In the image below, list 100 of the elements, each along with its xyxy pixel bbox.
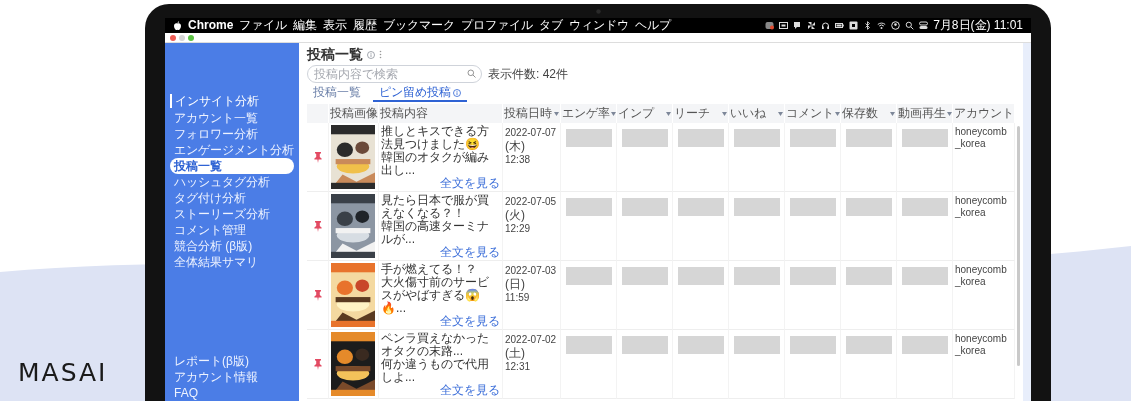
sort-caret-icon[interactable] [666, 111, 671, 116]
menu-item[interactable]: 表示 [323, 18, 348, 33]
info-icon[interactable] [367, 50, 375, 59]
read-more-link[interactable]: 全文を見る [440, 246, 500, 259]
column-header[interactable]: いいね [729, 104, 785, 123]
menu-item[interactable]: 履歴 [353, 18, 378, 33]
column-header[interactable]: エンゲ率 [561, 104, 617, 123]
post-excerpt: 韓国のオタクが編み出し... [381, 151, 490, 177]
post-date: 2022-07-02 [505, 333, 558, 346]
pinwheel-icon[interactable] [807, 21, 817, 30]
sidebar-item[interactable]: ハッシュタグ分析 [170, 174, 294, 190]
column-header: 投稿画像 [329, 104, 379, 123]
sidebar-item[interactable]: アカウント情報 [170, 369, 294, 385]
post-weekday: (火) [505, 208, 526, 222]
search-icon[interactable] [905, 21, 915, 30]
control-center-icon[interactable] [919, 21, 929, 30]
pin-icon[interactable] [313, 220, 322, 232]
tab[interactable]: 投稿一覧 [307, 85, 367, 102]
sidebar-item[interactable]: 全体結果サマリ [170, 254, 294, 270]
pin-icon[interactable] [313, 358, 322, 370]
sidebar-section-title: インサイト分析 [170, 94, 259, 108]
column-header[interactable]: インプ [617, 104, 673, 123]
window-zoom-button[interactable] [188, 34, 194, 41]
post-weekday: (日) [505, 277, 526, 291]
sort-caret-icon[interactable] [554, 111, 559, 116]
column-header[interactable]: コメント [785, 104, 841, 123]
headphones-icon[interactable] [821, 21, 831, 30]
post-time: 12:31 [505, 360, 532, 373]
sidebar-item[interactable]: エンゲージメント分析 [170, 142, 294, 158]
apple-icon[interactable] [173, 21, 182, 30]
account-name: honeycomb_korea [955, 195, 1007, 218]
menu-bar-clock: 7月8日(金) 11:01 [933, 18, 1023, 33]
menu-item[interactable]: Chrome [188, 18, 234, 33]
column-header: 投稿内容 [379, 104, 503, 123]
sort-caret-icon[interactable] [890, 111, 895, 116]
sidebar-item[interactable]: コメント管理 [170, 222, 294, 238]
read-more-link[interactable]: 全文を見る [440, 315, 500, 328]
post-title: 見たら日本で服が買えなくなる？！ [381, 194, 490, 220]
sort-caret-icon[interactable] [722, 111, 727, 116]
user-icon[interactable] [891, 21, 901, 30]
post-date: 2022-07-03 [505, 264, 558, 277]
menu-item[interactable]: 編集 [293, 18, 318, 33]
menu-item[interactable]: ヘルプ [635, 18, 672, 33]
search-field[interactable]: 投稿内容で検索 [307, 65, 482, 83]
post-title: ペンラ買えなかったオタクの末路... [381, 332, 490, 358]
post-weekday: (木) [505, 139, 526, 153]
account-name: honeycomb_korea [955, 333, 1007, 356]
column-header[interactable]: 動画再生 [897, 104, 953, 123]
post-date: 2022-07-05 [505, 195, 558, 208]
sidebar-item[interactable]: フォロワー分析 [170, 126, 294, 142]
menu-item[interactable]: ウィンドウ [569, 18, 630, 33]
column-header[interactable]: 投稿日時 [503, 104, 561, 123]
page-title: 投稿一覧 [307, 45, 363, 64]
search-icon [467, 69, 476, 78]
sidebar-item[interactable]: 競合分析 (β版) [170, 238, 294, 254]
app-badge-icon[interactable] [765, 21, 775, 30]
post-title: 推しとキスできる方法見つけました😆 [381, 125, 490, 151]
read-more-link[interactable]: 全文を見る [440, 177, 500, 190]
column-header[interactable]: 保存数 [841, 104, 897, 123]
post-excerpt: 大火傷寸前のサービスがやばすぎる😱🔥... [381, 276, 490, 315]
menu-item[interactable]: ファイル [239, 18, 288, 33]
account-name: honeycomb_korea [955, 264, 1007, 287]
menu-item[interactable]: ブックマーク [383, 18, 456, 33]
post-excerpt: 何か違うもので代用しよ... [381, 358, 490, 384]
post-time: 12:38 [505, 153, 532, 166]
column-header: アカウント [953, 104, 1015, 123]
tab[interactable]: ピン留め投稿 [373, 85, 467, 102]
camera-icon [595, 8, 601, 14]
post-weekday: (土) [505, 346, 526, 360]
screen-icon[interactable] [779, 21, 789, 30]
sort-caret-icon[interactable] [611, 111, 616, 116]
post-date: 2022-07-07 [505, 126, 558, 139]
info-icon[interactable] [453, 88, 461, 97]
pin-icon[interactable] [313, 151, 322, 163]
scrollbar-thumb[interactable] [1016, 126, 1020, 366]
result-count: 表示件数: 42件 [488, 65, 568, 83]
pin-icon[interactable] [313, 289, 322, 301]
sort-caret-icon[interactable] [947, 111, 952, 116]
post-title: 手が燃えてる！？ [381, 263, 478, 276]
bluetooth-icon[interactable] [863, 21, 873, 30]
column-header[interactable]: リーチ [673, 104, 729, 123]
wifi-icon[interactable] [877, 21, 887, 30]
sidebar-item[interactable]: 投稿一覧 [170, 158, 294, 174]
menu-item[interactable]: プロファイル [461, 18, 534, 33]
sidebar-item[interactable]: FAQ [170, 385, 294, 401]
post-excerpt: 韓国の高速ターミナルが... [381, 220, 490, 246]
sort-caret-icon[interactable] [835, 111, 840, 116]
sidebar-item[interactable]: ストーリーズ分析 [170, 206, 294, 222]
sidebar-item[interactable]: タグ付け分析 [170, 190, 294, 206]
post-time: 11:59 [505, 291, 531, 304]
sort-caret-icon[interactable] [778, 111, 783, 116]
account-name: honeycomb_korea [955, 126, 1007, 149]
window-close-button[interactable] [170, 34, 176, 41]
post-time: 12:29 [505, 222, 532, 235]
battery-icon[interactable] [835, 21, 845, 30]
read-more-link[interactable]: 全文を見る [440, 384, 500, 397]
chat-icon[interactable] [793, 21, 803, 30]
sidebar-item[interactable]: レポート(β版) [170, 353, 294, 369]
menu-item[interactable]: タブ [539, 18, 564, 33]
sidebar-item[interactable]: アカウント一覧 [170, 110, 294, 126]
